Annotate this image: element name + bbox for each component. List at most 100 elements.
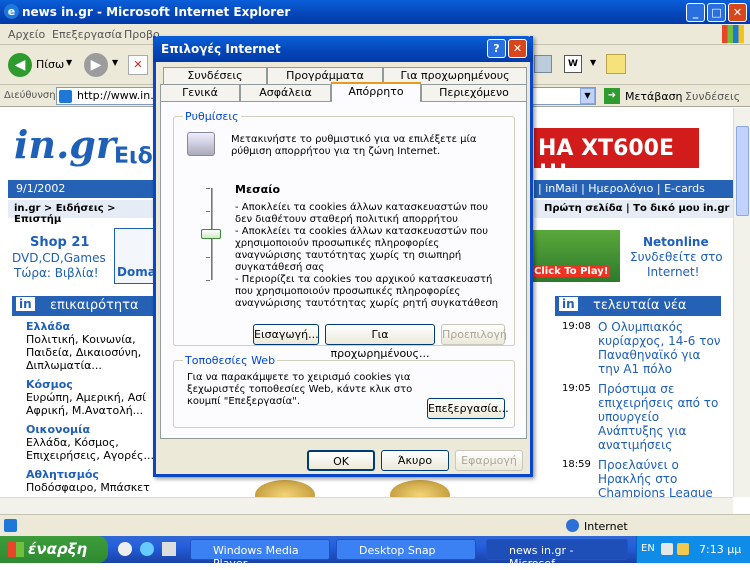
news-text[interactable]: Προελαύνει ο Ηρακλής στο Champions Leagu… bbox=[598, 458, 722, 497]
address-dropdown-icon[interactable]: ▼ bbox=[580, 88, 595, 104]
task-media-player[interactable]: Windows Media Player bbox=[190, 539, 330, 570]
task-ie[interactable]: news in.gr - Microsof... bbox=[486, 539, 628, 570]
news-time: 19:08 bbox=[562, 321, 591, 332]
netonline-line1[interactable]: Συνδεθείτε στο bbox=[630, 250, 723, 264]
netonline-title[interactable]: Netonline bbox=[643, 235, 709, 249]
privacy-icon bbox=[187, 132, 215, 156]
slider-tick bbox=[206, 257, 210, 258]
play-ad[interactable]: Click To Play! bbox=[530, 230, 620, 282]
go-button[interactable]: Μετάβαση bbox=[625, 90, 683, 103]
tab-content[interactable]: Περιεχόμενο bbox=[421, 84, 527, 102]
ok-button[interactable]: OK bbox=[307, 450, 375, 471]
websites-text: Για να παρακάμψετε το χειρισμό cookies γ… bbox=[187, 372, 413, 407]
edit-word-icon[interactable]: W bbox=[564, 55, 582, 73]
tab-connections[interactable]: Συνδέσεις bbox=[163, 67, 267, 85]
forward-dropdown-icon[interactable]: ▼ bbox=[112, 58, 118, 67]
maximize-icon[interactable]: □ bbox=[707, 3, 726, 22]
news-item[interactable]: 18:59 Προελαύνει ο Ηρακλής στο Champions … bbox=[562, 458, 722, 497]
language-indicator[interactable]: EN bbox=[641, 543, 655, 554]
quicklaunch-media-icon[interactable] bbox=[118, 542, 132, 556]
slider-tick bbox=[206, 280, 210, 281]
edit-sites-button[interactable]: Επεξεργασία... bbox=[427, 398, 509, 419]
import-button[interactable]: Εισαγωγή... bbox=[253, 324, 319, 345]
left-item-head[interactable]: Αθλητισμός bbox=[26, 468, 99, 481]
privacy-panel: Ρυθμίσεις Μετακινήστε το ρυθμιστικό για … bbox=[160, 101, 527, 439]
ie-icon: e bbox=[4, 4, 19, 19]
slider-tick bbox=[206, 211, 210, 212]
back-dropdown-icon[interactable]: ▼ bbox=[66, 58, 72, 67]
help-icon[interactable]: ? bbox=[487, 39, 506, 58]
slider-tick bbox=[206, 188, 210, 189]
sub-nav[interactable]: Πρώτη σελίδα | Το δικό μου in.gr bbox=[534, 200, 733, 218]
edit-dropdown-icon[interactable]: ▼ bbox=[590, 58, 596, 67]
domain-ad[interactable]: Doma bbox=[114, 228, 156, 284]
menu-file[interactable]: Αρχείο bbox=[8, 28, 45, 41]
top-nav[interactable]: | inMail | Ημερολόγιο | E-cards bbox=[534, 180, 733, 198]
right-section-title: τελευταία νέα bbox=[593, 298, 687, 313]
netonline-line2[interactable]: Internet! bbox=[647, 265, 699, 279]
minimize-icon[interactable]: _ bbox=[686, 3, 705, 22]
back-button-label[interactable]: Πίσω bbox=[36, 58, 64, 71]
start-button[interactable]: έναρξη bbox=[0, 536, 108, 563]
settings-legend: Ρυθμίσεις bbox=[183, 110, 241, 123]
news-item[interactable]: 19:05 Πρόστιμα σε επιχειρήσεις από το υπο… bbox=[562, 382, 722, 452]
news-list: 19:08 Ο Ολυμπιακός κυρίαρχος, 14-6 τον Πα… bbox=[562, 320, 722, 497]
coin-image bbox=[390, 480, 450, 497]
site-logo[interactable]: in.gr bbox=[14, 122, 116, 167]
stop-icon[interactable]: ✕ bbox=[128, 55, 148, 75]
quicklaunch-desktop-icon[interactable] bbox=[162, 542, 176, 556]
scroll-thumb[interactable] bbox=[736, 126, 749, 216]
horizontal-scrollbar[interactable] bbox=[0, 497, 733, 514]
taskbar: έναρξη Windows Media Player Desktop Snap… bbox=[0, 536, 750, 570]
right-section-header: in τελευταία νέα bbox=[555, 296, 721, 316]
shop-title[interactable]: Shop 21 bbox=[30, 235, 89, 250]
task-desktop-snap[interactable]: Desktop Snap bbox=[336, 539, 476, 560]
play-ad-text: Click To Play! bbox=[532, 266, 611, 277]
internet-options-dialog: Επιλογές Internet ? ✕ Συνδέσεις Προγράμμ… bbox=[153, 36, 533, 477]
links-label[interactable]: Συνδέσεις bbox=[685, 90, 740, 103]
left-item-head[interactable]: Κόσμος bbox=[26, 378, 73, 391]
shop-line1[interactable]: DVD,CD,Games bbox=[12, 251, 106, 265]
default-button[interactable]: Προεπιλογή bbox=[441, 324, 507, 345]
ie-window-title: news in.gr - Microsoft Internet Explorer bbox=[22, 5, 291, 19]
dialog-title: Επιλογές Internet bbox=[161, 42, 281, 56]
websites-legend: Τοποθεσίες Web bbox=[183, 354, 278, 367]
forward-arrow-icon[interactable]: ▶ bbox=[84, 53, 108, 77]
quicklaunch-ie-icon[interactable] bbox=[140, 542, 154, 556]
menu-edit[interactable]: Επεξεργασία bbox=[52, 28, 122, 41]
news-item[interactable]: 19:08 Ο Ολυμπιακός κυρίαρχος, 14-6 τον Πα… bbox=[562, 320, 722, 376]
address-value: http://www.in.gr bbox=[77, 89, 166, 102]
go-arrow-icon[interactable]: ➜ bbox=[604, 88, 620, 104]
news-time: 19:05 bbox=[562, 383, 591, 394]
print-icon[interactable] bbox=[534, 55, 552, 73]
news-text[interactable]: Ο Ολυμπιακός κυρίαρχος, 14-6 τον Παναθην… bbox=[598, 320, 722, 376]
privacy-level: Μεσαίο bbox=[235, 183, 281, 196]
back-arrow-icon[interactable]: ◀ bbox=[8, 53, 32, 77]
close-icon[interactable]: ✕ bbox=[728, 3, 747, 22]
shop-line2[interactable]: Τώρα: Βιβλία! bbox=[14, 266, 99, 280]
apply-button[interactable]: Εφαρμογή bbox=[455, 450, 523, 471]
privacy-slider-thumb[interactable] bbox=[201, 229, 221, 239]
advanced-privacy-button[interactable]: Για προχωρημένους... bbox=[325, 324, 435, 360]
vertical-scrollbar[interactable] bbox=[733, 108, 750, 497]
news-time: 18:59 bbox=[562, 459, 591, 470]
discuss-icon[interactable] bbox=[606, 54, 626, 74]
right-section-badge: in bbox=[559, 297, 578, 311]
privacy-description: - Αποκλείει τα cookies άλλων κατασκευαστ… bbox=[235, 202, 505, 310]
tab-security[interactable]: Ασφάλεια bbox=[240, 84, 331, 102]
left-item-head[interactable]: Ελλάδα bbox=[26, 320, 70, 333]
status-bar: Internet bbox=[0, 514, 750, 536]
left-item-head[interactable]: Οικονομία bbox=[26, 423, 90, 436]
cancel-button[interactable]: Άκυρο bbox=[381, 450, 449, 471]
windows-flag-icon bbox=[722, 25, 744, 43]
tab-privacy[interactable]: Απόρρητο bbox=[331, 82, 421, 102]
domain-ad-text: Doma bbox=[117, 265, 156, 279]
dialog-close-icon[interactable]: ✕ bbox=[508, 39, 527, 58]
banner-ad[interactable]: HA XT600E !!! bbox=[534, 128, 699, 186]
news-text[interactable]: Πρόστιμα σε επιχειρήσεις από το υπουργεί… bbox=[598, 382, 722, 452]
tab-general[interactable]: Γενικά bbox=[160, 84, 240, 102]
tray-volume-icon[interactable] bbox=[677, 543, 689, 555]
coin-image bbox=[255, 480, 315, 497]
tray-network-icon[interactable] bbox=[661, 543, 673, 555]
breadcrumb[interactable]: in.gr > Ειδήσεις > Επιστήμ bbox=[8, 200, 158, 225]
